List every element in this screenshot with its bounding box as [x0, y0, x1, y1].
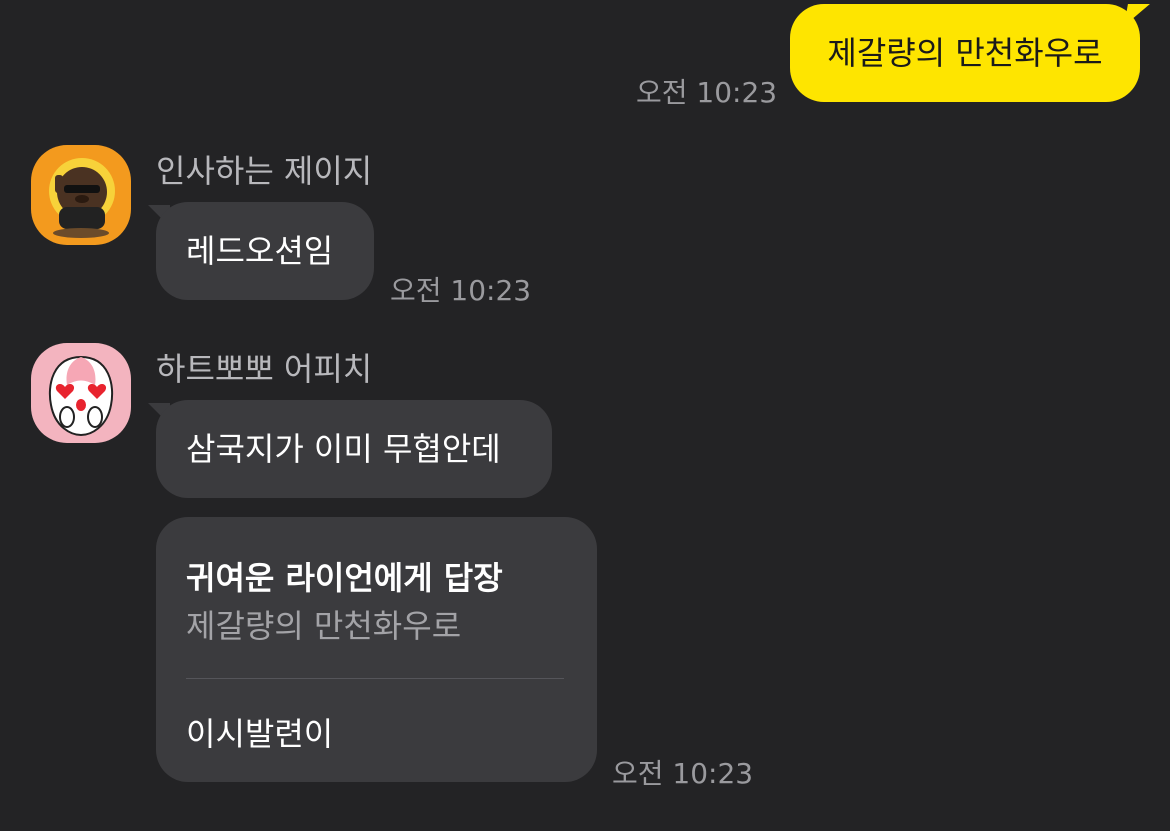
reply-message-bubble[interactable]: 귀여운 라이언에게 답장 제갈량의 만천화우로 이시발련이 — [156, 517, 597, 782]
sender-name: 하트뽀뽀 어피치 — [156, 350, 373, 388]
outgoing-timestamp: 오전 10:23 — [636, 76, 778, 109]
apeach-heart-eyes-icon — [31, 343, 131, 443]
avatar[interactable] — [31, 343, 131, 443]
incoming-timestamp: 오전 10:23 — [390, 274, 532, 307]
reply-target-title: 귀여운 라이언에게 답장 — [186, 559, 503, 597]
incoming-timestamp: 오전 10:23 — [612, 757, 754, 790]
incoming-message-bubble[interactable]: 삼국지가 이미 무협안데 — [156, 400, 552, 498]
avatar[interactable] — [31, 145, 131, 245]
jay-g-character-icon — [31, 145, 131, 245]
sender-name: 인사하는 제이지 — [156, 152, 373, 190]
reply-divider — [186, 678, 564, 679]
outgoing-message-bubble[interactable]: 제갈량의 만천화우로 — [790, 4, 1140, 102]
incoming-message-bubble[interactable]: 레드오션임 — [156, 202, 374, 300]
reply-message-text: 이시발련이 — [186, 715, 334, 753]
reply-quoted-text: 제갈량의 만천화우로 — [186, 607, 462, 645]
